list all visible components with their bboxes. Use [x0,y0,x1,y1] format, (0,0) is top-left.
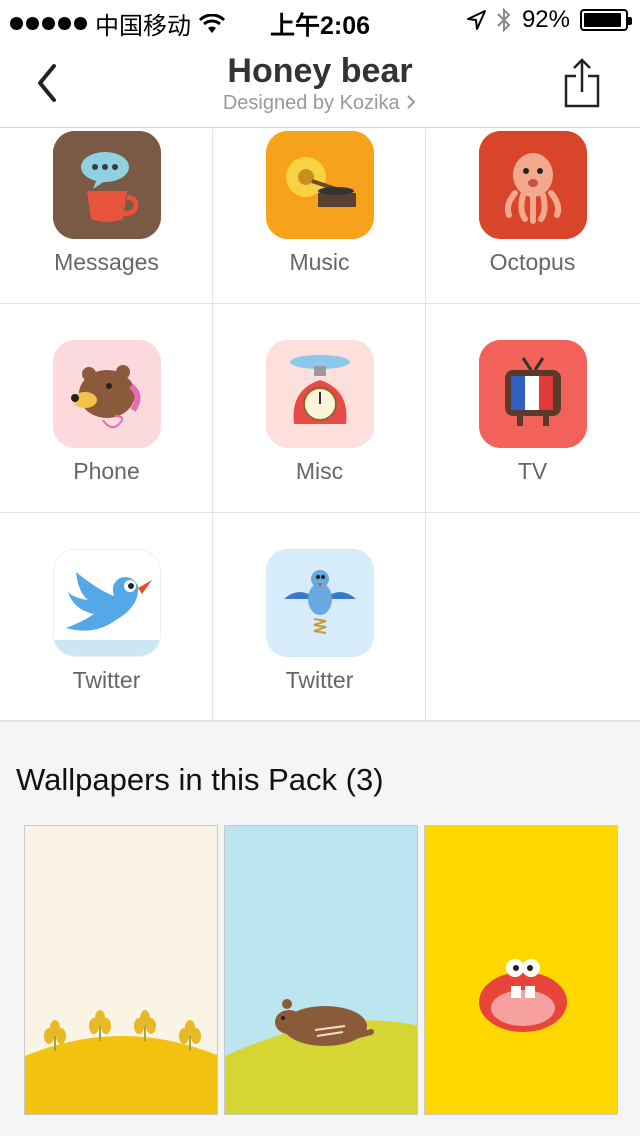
icon-label: Phone [73,458,140,484]
tv-icon [479,340,587,448]
icon-cell-tv[interactable]: TV [426,304,640,513]
bear-phone-icon [53,340,161,448]
status-bar: 中国移动 上午2:06 92% [0,0,640,40]
status-right: 92% [466,6,632,34]
wallpapers-section: Wallpapers in this Pack (3) [0,721,640,1136]
icon-label: TV [517,458,548,484]
icon-cell-music[interactable]: Music [213,129,426,304]
wallpaper-thumbnail-yellow-mouth[interactable] [424,825,618,1115]
battery-icon [580,9,632,31]
share-icon [564,58,600,108]
page-title: Honey bear [227,52,413,90]
empty-cell [426,513,640,721]
chevron-right-icon [407,95,416,109]
blue-bird-icon [53,549,161,657]
nav-bar: Honey bear Designed by Kozika [0,40,640,128]
bluetooth-icon [497,7,511,33]
wallpapers-title: Wallpapers in this Pack (3) [16,762,384,797]
icon-label: Misc [295,458,344,484]
icon-label: Music [289,249,350,275]
designer-link[interactable]: Designed by Kozika [0,92,640,115]
icon-cell-misc[interactable]: Misc [213,304,426,513]
icon-cell-phone[interactable]: Phone [0,304,213,513]
coffee-cup-speech-icon [53,131,161,239]
octopus-icon [479,131,587,239]
icon-label: Octopus [489,249,576,275]
icon-cell-twitter-1[interactable]: Twitter [0,513,213,721]
bird-spring-icon [266,549,374,657]
wallpaper-thumbnail-flowers-hill[interactable] [24,825,218,1115]
share-button[interactable] [562,56,602,110]
icon-cell-octopus[interactable]: Octopus [426,129,640,304]
icon-cell-messages[interactable]: Messages [0,129,213,304]
icon-cell-twitter-2[interactable]: Twitter [213,513,426,721]
location-arrow-icon [466,10,486,30]
wallpaper-thumbnail-bear-on-hill[interactable] [224,825,418,1115]
kitchen-scale-icon [266,340,374,448]
icon-grid: Messages Music Octopus Phone Misc TV Twi… [0,129,640,721]
designer-link-label: Designed by Kozika [222,92,400,114]
icon-label: Twitter [72,667,141,693]
icon-label: Twitter [285,667,354,693]
icon-label: Messages [54,249,159,275]
gramophone-icon [266,131,374,239]
battery-percent: 92% [521,6,570,33]
